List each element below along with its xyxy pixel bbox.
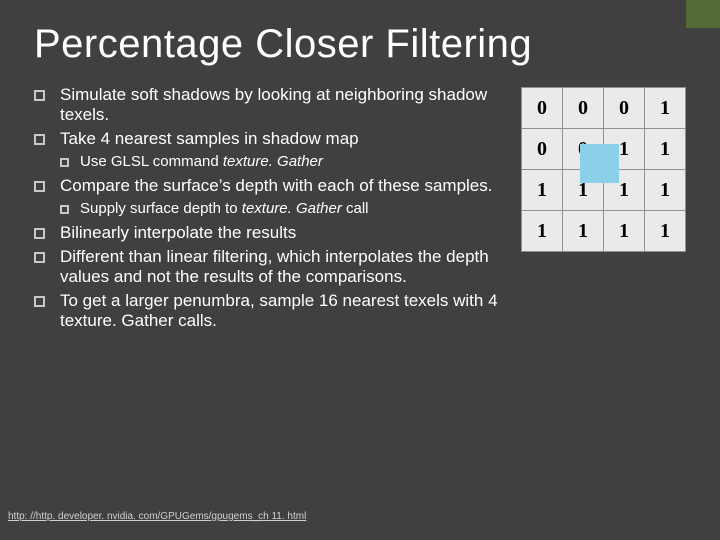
grid-cell: 0 bbox=[604, 88, 645, 129]
grid-cell: 0 bbox=[522, 88, 563, 129]
footer-link[interactable]: http: //http. developer. nvidia. com/GPU… bbox=[8, 511, 306, 522]
grid-cell: 1 bbox=[522, 211, 563, 252]
grid-cell: 1 bbox=[645, 88, 686, 129]
bullet-level1: Take 4 nearest samples in shadow map bbox=[34, 129, 511, 149]
accent-corner bbox=[686, 0, 720, 28]
bullet-level2: Use GLSL command texture. Gather bbox=[34, 153, 511, 171]
bullet-level1: Compare the surface’s depth with each of… bbox=[34, 176, 511, 196]
bullet-level1: Simulate soft shadows by looking at neig… bbox=[34, 85, 511, 125]
shadow-grid-figure: 0001001111111111 bbox=[521, 85, 686, 252]
shadow-grid: 0001001111111111 bbox=[521, 87, 686, 252]
grid-cell: 0 bbox=[563, 88, 604, 129]
grid-cell: 1 bbox=[563, 211, 604, 252]
bullet-list: Simulate soft shadows by looking at neig… bbox=[34, 85, 511, 335]
bullet-level1: Bilinearly interpolate the results bbox=[34, 223, 511, 243]
grid-cell: 1 bbox=[604, 211, 645, 252]
grid-cell: 0 bbox=[563, 129, 604, 170]
grid-cell: 1 bbox=[645, 170, 686, 211]
grid-cell: 1 bbox=[522, 170, 563, 211]
bullet-level1: Different than linear filtering, which i… bbox=[34, 247, 511, 287]
grid-cell: 0 bbox=[522, 129, 563, 170]
grid-cell: 1 bbox=[604, 129, 645, 170]
grid-cell: 1 bbox=[645, 129, 686, 170]
grid-cell: 1 bbox=[563, 170, 604, 211]
slide-title: Percentage Closer Filtering bbox=[34, 22, 686, 67]
grid-cell: 1 bbox=[604, 170, 645, 211]
bullet-level1: To get a larger penumbra, sample 16 near… bbox=[34, 291, 511, 331]
grid-cell: 1 bbox=[645, 211, 686, 252]
bullet-level2: Supply surface depth to texture. Gather … bbox=[34, 200, 511, 218]
